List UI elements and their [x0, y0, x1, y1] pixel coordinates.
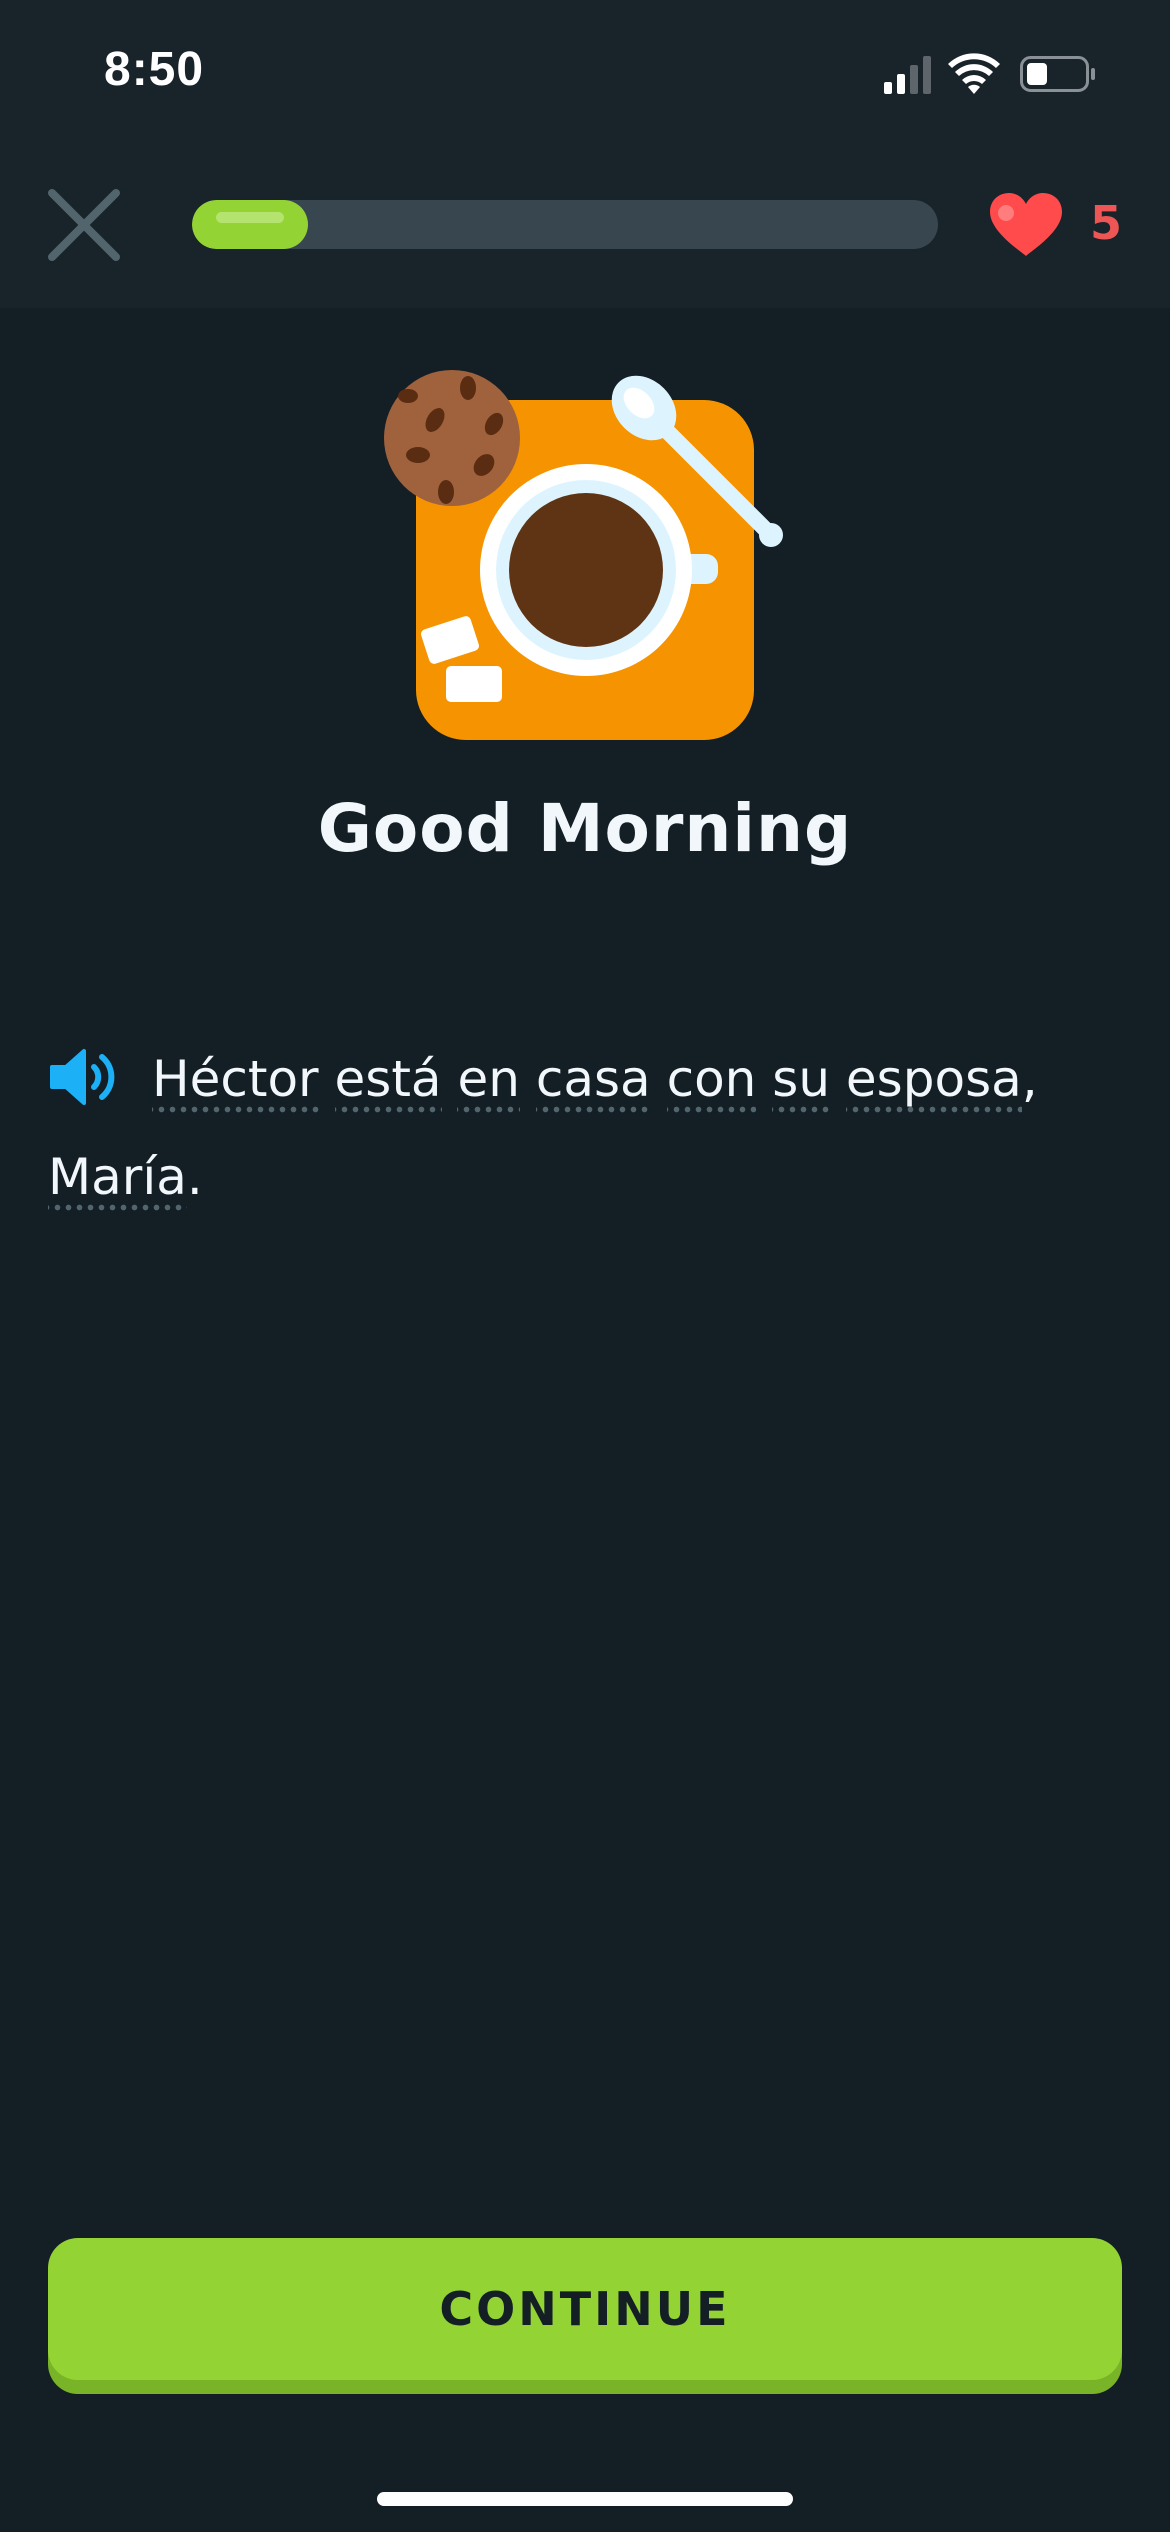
close-icon[interactable]: [44, 185, 124, 265]
battery-icon: [1020, 56, 1095, 92]
cookie: [384, 370, 520, 506]
sentence-word[interactable]: casa: [535, 1051, 651, 1113]
progress-fill: [192, 200, 308, 249]
progress-shine: [216, 212, 284, 223]
home-indicator[interactable]: [377, 2492, 793, 2506]
continue-button[interactable]: CONTINUE: [48, 2238, 1122, 2380]
sentence-word[interactable]: con: [666, 1051, 757, 1113]
sentence-word[interactable]: su: [772, 1051, 831, 1113]
sentence-punctuation: ,: [1021, 1050, 1038, 1108]
hearts-counter[interactable]: 5: [986, 192, 1136, 258]
sentence-word[interactable]: esposa: [845, 1051, 1022, 1113]
cellular-signal-icon: [884, 56, 931, 94]
sentence-word[interactable]: está: [334, 1051, 442, 1113]
continue-button-label: CONTINUE: [439, 2282, 731, 2336]
status-icons: [884, 53, 1095, 94]
coffee-and-cookie-illustration: [384, 370, 783, 740]
sentence-word[interactable]: Héctor: [152, 1051, 319, 1113]
sentence: Héctor está en casa con su esposa, María…: [48, 1030, 1128, 1226]
status-time: 8:50: [104, 43, 205, 96]
wifi-icon: [948, 53, 1000, 94]
hearts-count: 5: [1090, 196, 1123, 250]
sentence-word[interactable]: María: [48, 1149, 187, 1211]
speaker-icon[interactable]: [48, 1047, 124, 1107]
sentence-punctuation: .: [186, 1148, 203, 1206]
sentence-word[interactable]: en: [457, 1051, 520, 1113]
status-bar: 8:50: [0, 0, 1170, 150]
heart-icon: [990, 193, 1062, 256]
lesson-title: Good Morning: [317, 790, 853, 867]
lesson-progress-bar: [192, 200, 938, 249]
